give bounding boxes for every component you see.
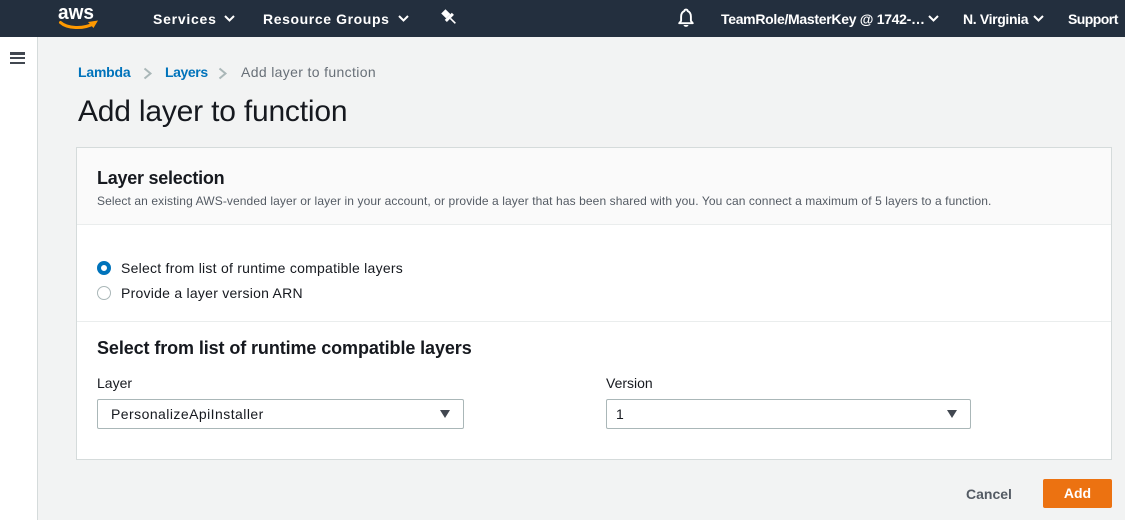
svg-text:aws: aws: [58, 5, 94, 24]
